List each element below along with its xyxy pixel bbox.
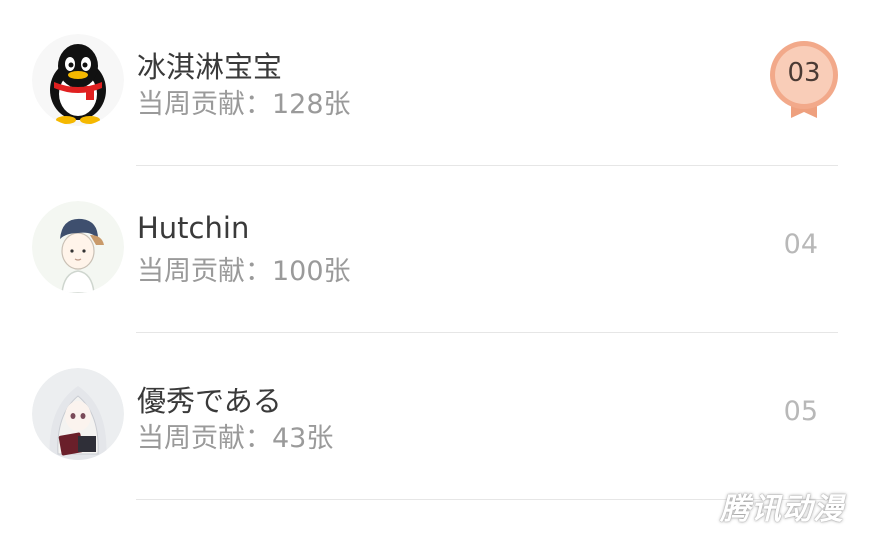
ranking-row[interactable]: 冰淇淋宝宝 当周贡献：128张 03 <box>0 0 880 166</box>
anime-girl-avatar <box>32 368 124 460</box>
rank-number: 04 <box>783 229 818 260</box>
avatar[interactable] <box>32 368 124 460</box>
avatar[interactable] <box>32 34 124 126</box>
ranking-row[interactable]: Hutchin 当周贡献：100张 04 <box>0 167 880 333</box>
rank-number: 03 <box>787 58 821 88</box>
weekly-contribution: 当周贡献：100张 <box>137 256 351 287</box>
qq-penguin-icon <box>32 34 124 126</box>
bronze-medal-badge: 03 <box>767 40 841 120</box>
rank-number: 05 <box>783 396 818 427</box>
avatar[interactable] <box>32 201 124 293</box>
user-name: 優秀である <box>137 384 282 418</box>
ranking-row[interactable]: 優秀である 当周贡献：43张 05 <box>0 334 880 500</box>
divider <box>136 165 838 166</box>
tencent-comic-watermark: 腾讯动漫 <box>720 492 844 527</box>
cartoon-boy-avatar <box>32 201 124 293</box>
weekly-contribution: 当周贡献：43张 <box>137 423 334 454</box>
user-name: 冰淇淋宝宝 <box>137 50 283 84</box>
weekly-contribution: 当周贡献：128张 <box>137 89 351 120</box>
user-name: Hutchin <box>137 211 250 245</box>
divider <box>136 332 838 333</box>
